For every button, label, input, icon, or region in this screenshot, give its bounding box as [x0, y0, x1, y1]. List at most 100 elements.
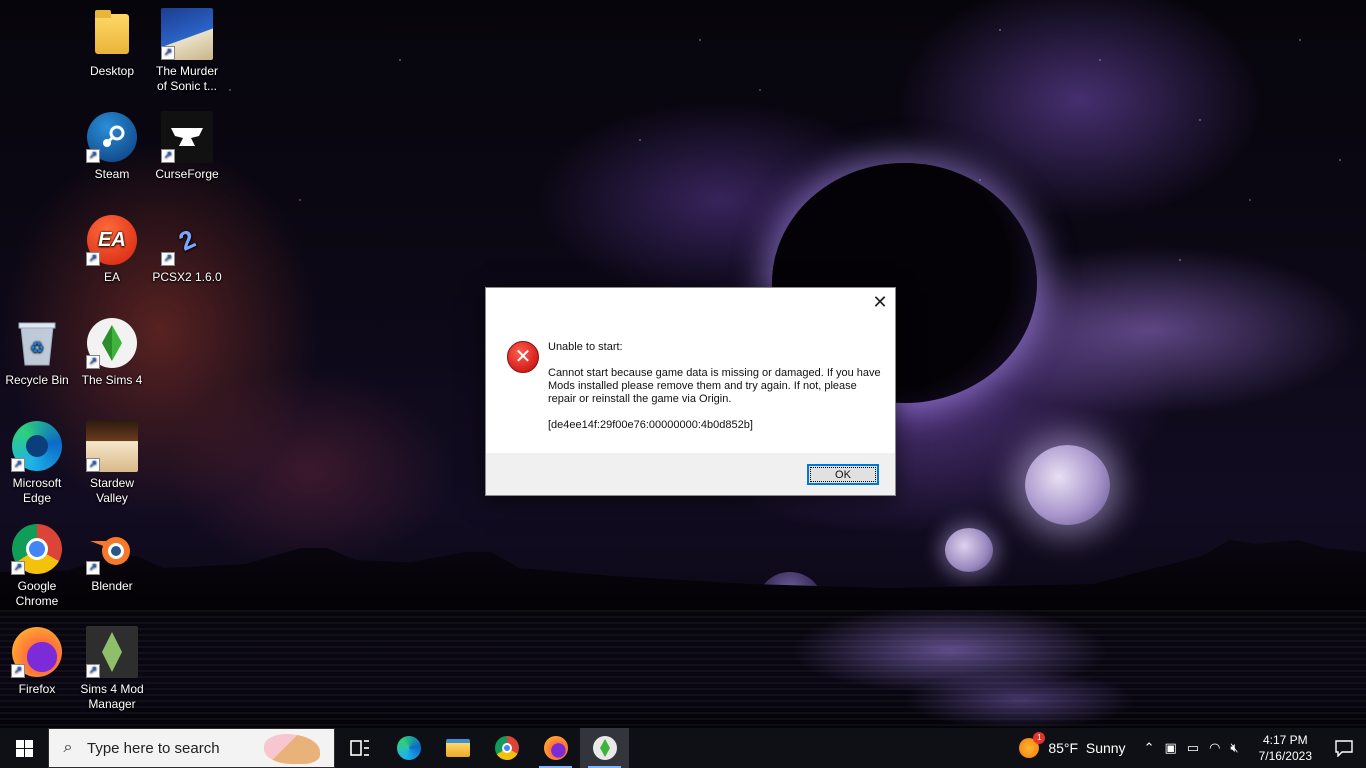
dialog-body-text: Cannot start because game data is missin…: [548, 367, 881, 405]
desktop-icon-label: CurseForge: [155, 167, 219, 181]
desktop-icon-label: Blender: [91, 579, 133, 593]
notification-center-button[interactable]: [1322, 728, 1366, 768]
taskbar-task-view[interactable]: [335, 728, 384, 768]
curseforge-icon: ↗: [161, 111, 213, 163]
desktop-icon-steam[interactable]: ↗ Steam: [75, 111, 149, 182]
desktop-icon-label: The Murder of Sonic t...: [155, 64, 219, 93]
dialog-error-code: [de4ee14f:29f00e76:00000000:4b0d852b]: [548, 419, 753, 431]
blender-icon: ↗: [86, 523, 138, 575]
battery-icon[interactable]: ▭: [1187, 740, 1199, 756]
desktop-icon-label: Desktop: [89, 64, 135, 78]
volume-muted-icon[interactable]: 🔇︎: [1230, 740, 1238, 756]
desktop-icon-label: PCSX2 1.6.0: [152, 270, 222, 284]
clock-date: 7/16/2023: [1258, 749, 1312, 763]
shortcut-arrow-icon: ↗: [11, 561, 25, 575]
desktop-icon-desktop[interactable]: Desktop: [75, 8, 149, 79]
dialog-close-button[interactable]: ✕: [865, 288, 895, 316]
notification-icon: [1335, 739, 1353, 757]
pcsx2-icon: 2 ↗: [161, 214, 213, 266]
desktop-icon-ea[interactable]: EA ↗ EA: [75, 214, 149, 285]
desktop-icon-edge[interactable]: ↗ Microsoft Edge: [0, 420, 74, 506]
ea-icon: EA ↗: [86, 214, 138, 266]
weather-badge: 1: [1033, 732, 1046, 744]
wallpaper-moon-large: [1025, 445, 1110, 525]
error-icon: ✕: [507, 341, 539, 373]
weather-condition: Sunny: [1085, 740, 1126, 756]
system-tray: 1 85°F Sunny ⌃ ▣ ▭ ◠ 🔇︎ 4:17 PM 7/16/202…: [1019, 728, 1366, 768]
edge-icon: ↗: [11, 420, 63, 472]
shortcut-arrow-icon: ↗: [161, 46, 175, 60]
sonic-game-icon: ↗: [161, 8, 213, 60]
clock-time: 4:17 PM: [1262, 733, 1308, 747]
desktop-icon-sims4-mod-manager[interactable]: ↗ Sims 4 Mod Manager: [75, 626, 149, 712]
sims4-icon: ↗: [86, 317, 138, 369]
sims4-icon: [592, 736, 617, 760]
desktop-icon-label: The Sims 4: [81, 373, 143, 387]
desktop-icon-recycle-bin[interactable]: ♻ Recycle Bin: [0, 317, 74, 388]
taskbar-sims4[interactable]: [580, 728, 629, 768]
desktop-icon-curseforge[interactable]: ↗ CurseForge: [150, 111, 224, 182]
desktop-icon-label: Microsoft Edge: [12, 476, 62, 505]
desktop-icon-label: Sims 4 Mod Manager: [80, 682, 144, 711]
taskbar-file-explorer[interactable]: [433, 728, 482, 768]
taskbar-search-box[interactable]: ⌕ Type here to search: [48, 728, 335, 768]
desktop-icon-blender[interactable]: ↗ Blender: [75, 523, 149, 594]
firefox-icon: [543, 736, 568, 760]
start-button[interactable]: [0, 728, 48, 768]
shortcut-arrow-icon: ↗: [161, 149, 175, 163]
shortcut-arrow-icon: ↗: [86, 149, 100, 163]
wallpaper-moon-small: [945, 528, 993, 572]
shortcut-arrow-icon: ↗: [86, 664, 100, 678]
meet-now-icon[interactable]: ▣: [1164, 740, 1176, 756]
desktop-icon-pcsx2[interactable]: 2 ↗ PCSX2 1.6.0: [150, 214, 224, 285]
task-view-icon: [349, 740, 369, 756]
search-placeholder: Type here to search: [87, 739, 220, 757]
shortcut-arrow-icon: ↗: [86, 252, 100, 266]
firefox-icon: ↗: [11, 626, 63, 678]
windows-logo-icon: [15, 739, 33, 757]
taskbar-clock[interactable]: 4:17 PM 7/16/2023: [1259, 732, 1312, 764]
shortcut-arrow-icon: ↗: [161, 252, 175, 266]
taskbar-edge[interactable]: [384, 728, 433, 768]
shortcut-arrow-icon: ↗: [11, 458, 25, 472]
close-icon: ✕: [872, 291, 888, 312]
weather-temp: 85°F: [1048, 740, 1079, 756]
desktop-icon-label: Steam: [94, 167, 130, 181]
svg-text:♻: ♻: [30, 340, 44, 357]
taskbar-chrome[interactable]: [482, 728, 531, 768]
sun-icon: 1: [1019, 732, 1046, 758]
chrome-icon: ↗: [11, 523, 63, 575]
desktop-icon-chrome[interactable]: ↗ Google Chrome: [0, 523, 74, 609]
show-hidden-icons-chevron-up-icon[interactable]: ⌃: [1144, 740, 1155, 756]
shortcut-arrow-icon: ↗: [86, 561, 100, 575]
recycle-bin-icon: ♻: [11, 317, 63, 369]
wallpaper-water: [0, 610, 1366, 728]
desktop-icon-label: Recycle Bin: [5, 373, 69, 387]
desktop-icon-murder-of-sonic[interactable]: ↗ The Murder of Sonic t...: [150, 8, 224, 94]
desktop-icon-firefox[interactable]: ↗ Firefox: [0, 626, 74, 697]
taskbar-firefox[interactable]: [531, 728, 580, 768]
dialog-heading: Unable to start:: [548, 341, 623, 353]
stardew-icon: ↗: [86, 420, 138, 472]
shortcut-arrow-icon: ↗: [86, 458, 100, 472]
sims4-mod-manager-icon: ↗: [86, 626, 138, 678]
file-explorer-icon: [445, 739, 470, 757]
desktop-icon-label: Google Chrome: [15, 579, 59, 608]
error-dialog: ✕ ✕ Unable to start: Cannot start becaus…: [485, 287, 896, 496]
folder-icon: [86, 8, 138, 60]
wifi-icon[interactable]: ◠: [1209, 740, 1220, 756]
shortcut-arrow-icon: ↗: [86, 355, 100, 369]
desktop-icon-label: EA: [103, 270, 120, 284]
search-highlight-icon: [264, 734, 320, 764]
desktop-icon-label: Firefox: [18, 682, 56, 696]
desktop-icon-label: Stardew Valley: [89, 476, 135, 505]
ok-button[interactable]: OK: [807, 464, 879, 485]
edge-icon: [396, 736, 421, 760]
desktop-icon-stardew-valley[interactable]: ↗ Stardew Valley: [75, 420, 149, 506]
chrome-icon: [494, 736, 519, 760]
search-icon: ⌕: [63, 739, 73, 756]
desktop-icon-sims4[interactable]: ↗ The Sims 4: [75, 317, 149, 388]
steam-icon: ↗: [86, 111, 138, 163]
weather-widget[interactable]: 1 85°F Sunny: [1019, 732, 1126, 758]
dialog-message: Unable to start: Cannot start because ga…: [548, 341, 883, 445]
